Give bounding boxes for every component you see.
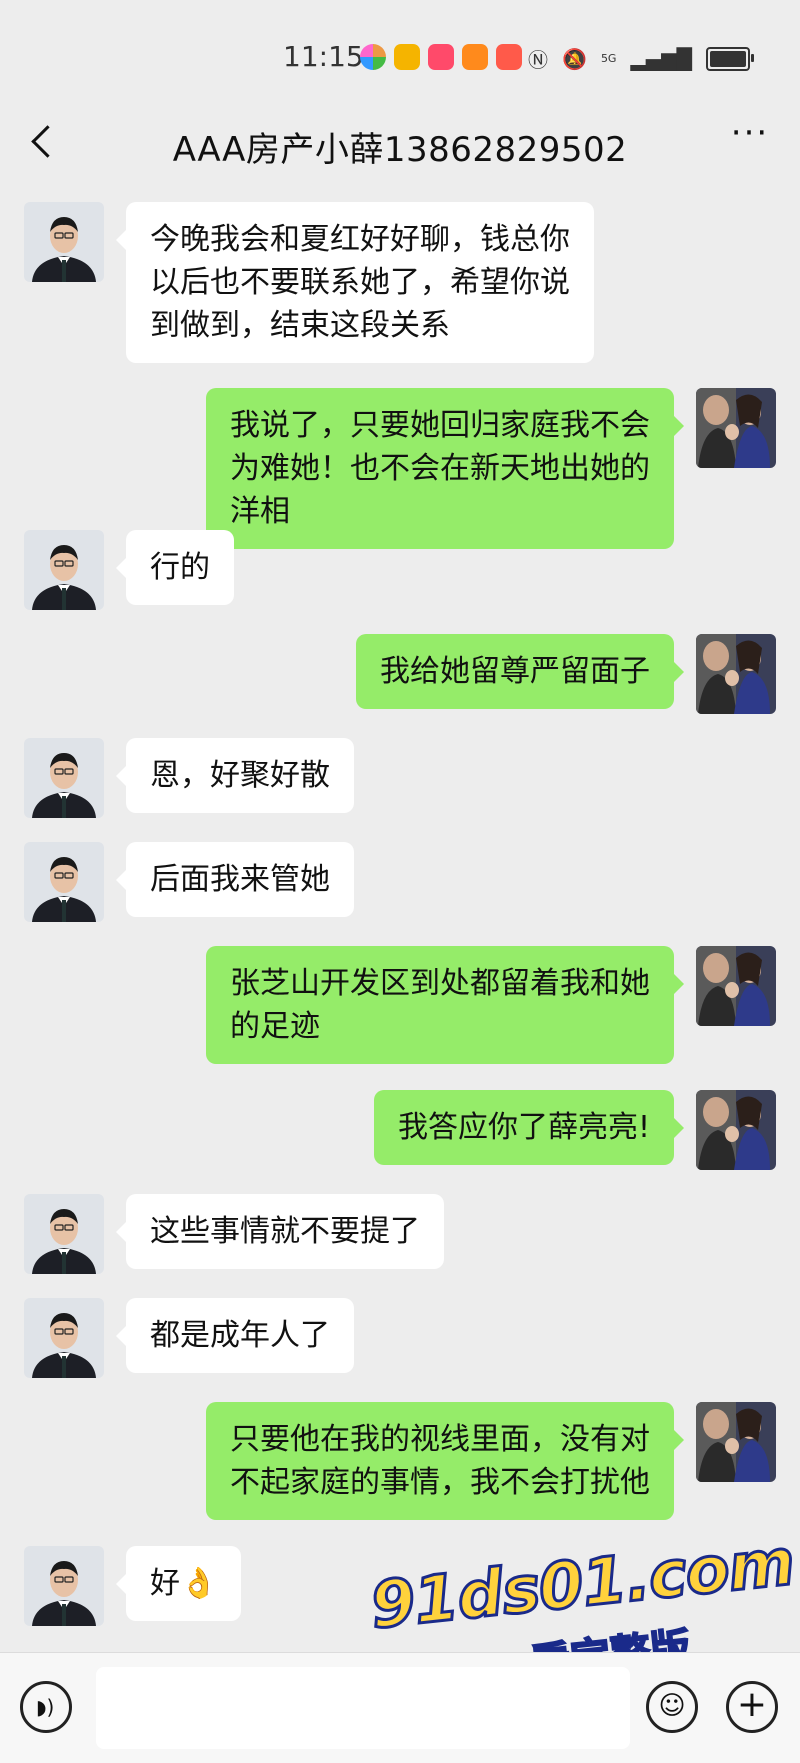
emoji-button[interactable]: ☺ xyxy=(646,1681,698,1733)
my-avatar[interactable] xyxy=(696,388,776,468)
system-icons: Ⓝ 🔕 5G ▂▄▆█ xyxy=(528,44,754,73)
status-bar: 11:15 Ⓝ 🔕 5G ▂▄▆█ xyxy=(0,0,800,100)
contact-avatar[interactable] xyxy=(24,1194,104,1274)
plus-icon: + xyxy=(736,1684,768,1725)
input-bar: ◗) ☺ + xyxy=(0,1652,800,1763)
message-bubble[interactable]: 好👌 xyxy=(115,1546,242,1621)
app-notification-icon xyxy=(360,44,386,70)
app-notification-icon xyxy=(394,44,420,70)
nfc-icon: Ⓝ xyxy=(528,48,549,72)
app-notification-icon xyxy=(496,44,522,70)
contact-avatar[interactable] xyxy=(24,1546,104,1626)
my-avatar[interactable] xyxy=(696,1090,776,1170)
app-notification-icon xyxy=(428,44,454,70)
message-bubble[interactable]: 都是成年人了 xyxy=(116,1298,354,1373)
signal-label: 5G xyxy=(600,52,617,65)
chat-header: AAA房产小薛13862829502 ··· xyxy=(0,100,800,184)
mute-icon: 🔕 xyxy=(562,46,587,71)
message-bubble[interactable]: 这些事情就不要提了 xyxy=(116,1194,444,1269)
message-bubble[interactable]: 后面我来管她 xyxy=(116,842,354,917)
my-avatar[interactable] xyxy=(696,634,776,714)
contact-avatar[interactable] xyxy=(24,842,104,922)
voice-icon: ◗) xyxy=(36,1695,55,1719)
message-bubble[interactable]: 我说了，只要她回归家庭我不会为难她！也不会在新天地出她的洋相 xyxy=(206,388,684,549)
message-bubble[interactable]: 恩，好聚好散 xyxy=(116,738,354,813)
contact-avatar[interactable] xyxy=(24,530,104,610)
status-time: 11:15 xyxy=(283,40,364,73)
notification-icons xyxy=(360,44,522,70)
battery-icon xyxy=(706,46,754,71)
message-input[interactable] xyxy=(96,1667,630,1749)
message-bubble[interactable]: 张芝山开发区到处都留着我和她的足迹 xyxy=(206,946,684,1064)
message-bubble[interactable]: 我答应你了薛亮亮! xyxy=(373,1090,685,1165)
emoji-icon: ☺ xyxy=(658,1691,686,1721)
voice-input-button[interactable]: ◗) xyxy=(20,1681,72,1733)
contact-avatar[interactable] xyxy=(24,202,104,282)
message-bubble[interactable]: 行的 xyxy=(116,530,234,605)
signal-icon: ▂▄▆█ xyxy=(630,46,692,71)
more-button[interactable]: ··· xyxy=(722,116,778,164)
app-notification-icon xyxy=(462,44,488,70)
chat-title: AAA房产小薛13862829502 xyxy=(172,130,628,170)
my-avatar[interactable] xyxy=(696,1402,776,1482)
my-avatar[interactable] xyxy=(696,946,776,1026)
more-actions-button[interactable]: + xyxy=(726,1681,778,1733)
message-bubble[interactable]: 只要他在我的视线里面，没有对不起家庭的事情，我不会打扰他 xyxy=(206,1402,684,1520)
contact-avatar[interactable] xyxy=(24,738,104,818)
message-bubble[interactable]: 今晚我会和夏红好好聊，钱总你以后也不要联系她了，希望你说到做到，结束这段关系 xyxy=(116,202,594,363)
message-bubble[interactable]: 我给她留尊严留面子 xyxy=(356,634,684,709)
contact-avatar[interactable] xyxy=(24,1298,104,1378)
